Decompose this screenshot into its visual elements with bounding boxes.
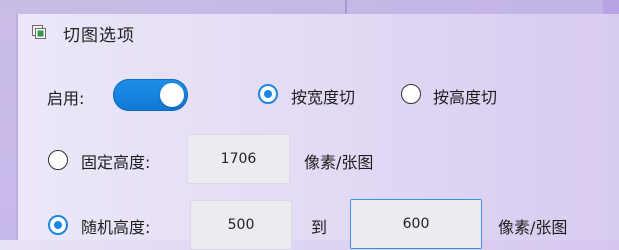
top-strip <box>0 0 619 14</box>
random-height-max-input[interactable]: 600 <box>350 199 482 249</box>
fixed-height-unit: 像素/张图 <box>304 153 374 172</box>
random-height-unit: 像素/张图 <box>498 218 568 237</box>
random-height-radio[interactable] <box>48 215 68 235</box>
by-height-radio[interactable] <box>401 84 421 104</box>
by-width-radio[interactable] <box>258 84 278 104</box>
enable-label: 启用: <box>47 89 85 108</box>
by-width-label[interactable]: 按宽度切 <box>291 84 355 108</box>
random-height-min-input[interactable]: 500 <box>190 200 292 250</box>
top-right-accent <box>603 0 619 14</box>
fixed-height-label[interactable]: 固定高度: <box>81 149 150 173</box>
slice-options-panel <box>18 14 619 240</box>
fixed-height-input[interactable]: 1706 <box>187 134 290 184</box>
by-height-label[interactable]: 按高度切 <box>433 84 497 108</box>
groupbox-icon <box>32 25 46 39</box>
window-divider <box>345 0 347 14</box>
enable-toggle[interactable] <box>113 79 188 111</box>
panel-title: 切图选项 <box>63 26 135 46</box>
left-strip <box>0 14 18 240</box>
random-height-label[interactable]: 随机高度: <box>81 214 150 238</box>
toggle-knob <box>160 83 184 107</box>
range-to-label: 到 <box>311 218 328 237</box>
fixed-height-radio[interactable] <box>48 150 68 170</box>
